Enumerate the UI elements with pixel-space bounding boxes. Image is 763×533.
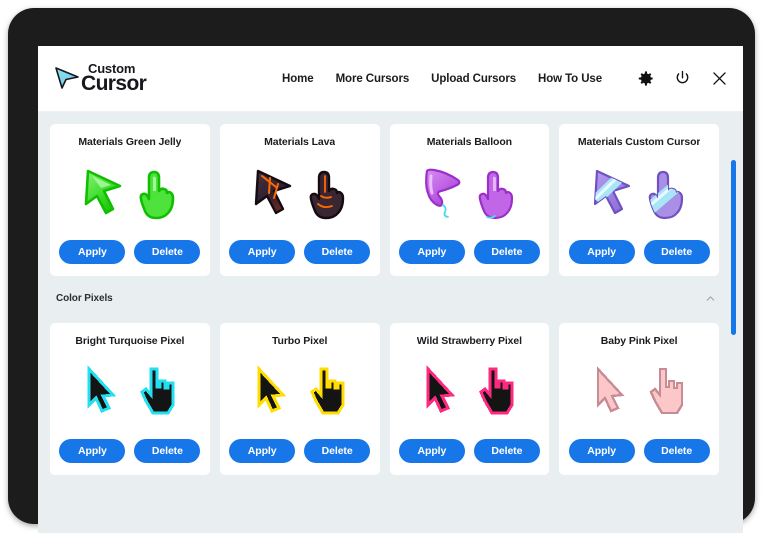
vertical-scrollbar-track[interactable] bbox=[731, 112, 736, 533]
cursor-arrow-preview bbox=[84, 169, 122, 215]
close-icon[interactable] bbox=[710, 69, 729, 88]
cursor-preview-pair bbox=[82, 353, 178, 431]
app-logo[interactable]: Custom Cursor bbox=[54, 62, 147, 96]
card-actions: Apply Delete bbox=[398, 240, 540, 264]
apply-button[interactable]: Apply bbox=[229, 240, 296, 264]
cursor-arrow-preview bbox=[425, 168, 461, 218]
card-actions: Apply Delete bbox=[59, 240, 201, 264]
chevron-up-icon[interactable] bbox=[704, 292, 717, 305]
delete-button[interactable]: Delete bbox=[643, 240, 710, 264]
cursor-card[interactable]: Turbo Pixel Apply Delete bbox=[219, 323, 380, 475]
cursor-preview-pair bbox=[80, 154, 180, 232]
header-icon-group bbox=[636, 69, 729, 88]
card-actions: Apply Delete bbox=[229, 240, 371, 264]
vertical-scrollbar-thumb[interactable] bbox=[731, 160, 736, 335]
cursor-hand-preview bbox=[648, 170, 684, 220]
cursor-catalog-scroll-area[interactable]: Materials Green Jelly Apply Delete Mater… bbox=[38, 112, 743, 533]
cursor-hand-preview bbox=[309, 367, 345, 415]
apply-button[interactable]: Apply bbox=[398, 240, 465, 264]
logo-text-bottom: Cursor bbox=[81, 72, 147, 96]
app-header: Custom Cursor Home More Cursors Upload C… bbox=[38, 46, 743, 112]
delete-button[interactable]: Delete bbox=[643, 439, 710, 463]
cursor-hand-preview bbox=[479, 170, 514, 220]
cursor-card[interactable]: Baby Pink Pixel Apply Delete bbox=[559, 323, 719, 475]
section-title: Color Pixels bbox=[56, 293, 113, 304]
cursor-hand-preview bbox=[140, 367, 175, 415]
cursor-arrow-preview bbox=[254, 169, 291, 215]
tablet-device-frame: Custom Cursor Home More Cursors Upload C… bbox=[8, 8, 755, 533]
cursor-card-title: Materials Green Jelly bbox=[78, 136, 182, 148]
card-actions: Apply Delete bbox=[59, 439, 201, 463]
cursor-card-title: Bright Turquoise Pixel bbox=[75, 335, 185, 347]
materials-cards-row: Materials Green Jelly Apply Delete Mater… bbox=[38, 112, 743, 286]
cursor-preview-pair bbox=[421, 353, 517, 431]
cursor-card-title: Materials Balloon bbox=[426, 136, 512, 148]
cursor-card[interactable]: Materials Balloon Apply Delete bbox=[389, 124, 550, 276]
cursor-card[interactable]: Materials Lava Apply Delete bbox=[219, 124, 380, 276]
card-actions: Apply Delete bbox=[568, 439, 710, 463]
apply-button[interactable]: Apply bbox=[59, 240, 126, 264]
apply-button[interactable]: Apply bbox=[568, 240, 635, 264]
cursor-card-title: Baby Pink Pixel bbox=[600, 335, 678, 347]
cursor-card[interactable]: Wild Strawberry Pixel Apply Delete bbox=[389, 323, 550, 475]
delete-button[interactable]: Delete bbox=[304, 439, 371, 463]
cursor-hand-preview bbox=[649, 367, 684, 415]
nav-item-upload-cursors[interactable]: Upload Cursors bbox=[431, 73, 516, 85]
nav-item-home[interactable]: Home bbox=[282, 73, 314, 85]
cursor-hand-preview bbox=[139, 170, 175, 220]
cursor-card-title: Materials Custom Cursor bbox=[577, 136, 701, 148]
cursor-card-title: Wild Strawberry Pixel bbox=[416, 335, 522, 347]
delete-button[interactable]: Delete bbox=[473, 439, 540, 463]
nav-item-more-cursors[interactable]: More Cursors bbox=[336, 73, 410, 85]
delete-button[interactable]: Delete bbox=[473, 240, 540, 264]
cursor-arrow-preview bbox=[87, 365, 117, 413]
cursor-card[interactable]: Materials Custom Cursor Apply Delete bbox=[559, 124, 719, 276]
apply-button[interactable]: Apply bbox=[398, 439, 465, 463]
cursor-preview-pair bbox=[591, 353, 687, 431]
cursor-preview-pair bbox=[252, 353, 348, 431]
app-screen: Custom Cursor Home More Cursors Upload C… bbox=[38, 46, 743, 533]
cursor-arrow-gradient-icon bbox=[55, 67, 79, 90]
cursor-card[interactable]: Bright Turquoise Pixel Apply Delete bbox=[50, 323, 210, 475]
card-actions: Apply Delete bbox=[568, 240, 710, 264]
main-navigation: Home More Cursors Upload Cursors How To … bbox=[282, 69, 729, 88]
apply-button[interactable]: Apply bbox=[59, 439, 126, 463]
cursor-arrow-preview bbox=[594, 169, 631, 215]
cursor-arrow-preview bbox=[426, 365, 456, 413]
delete-button[interactable]: Delete bbox=[134, 439, 201, 463]
apply-button[interactable]: Apply bbox=[229, 439, 296, 463]
cursor-hand-preview bbox=[479, 367, 514, 415]
card-actions: Apply Delete bbox=[398, 439, 540, 463]
nav-item-how-to-use[interactable]: How To Use bbox=[538, 73, 602, 85]
power-icon[interactable] bbox=[673, 69, 692, 88]
cursor-card[interactable]: Materials Green Jelly Apply Delete bbox=[50, 124, 210, 276]
apply-button[interactable]: Apply bbox=[568, 439, 635, 463]
cursor-preview-pair bbox=[419, 154, 519, 232]
cursor-card-title: Turbo Pixel bbox=[271, 335, 328, 347]
cursor-preview-pair bbox=[250, 154, 350, 232]
color-pixels-cards-row: Bright Turquoise Pixel Apply Delete Turb… bbox=[38, 311, 743, 485]
cursor-hand-preview bbox=[309, 170, 344, 220]
cursor-arrow-preview bbox=[257, 365, 286, 413]
gear-icon[interactable] bbox=[636, 69, 655, 88]
section-header-color-pixels[interactable]: Color Pixels bbox=[38, 286, 743, 311]
cursor-arrow-preview bbox=[596, 365, 625, 413]
card-actions: Apply Delete bbox=[229, 439, 371, 463]
delete-button[interactable]: Delete bbox=[304, 240, 371, 264]
delete-button[interactable]: Delete bbox=[134, 240, 201, 264]
cursor-card-title: Materials Lava bbox=[264, 136, 336, 148]
cursor-preview-pair bbox=[589, 154, 689, 232]
